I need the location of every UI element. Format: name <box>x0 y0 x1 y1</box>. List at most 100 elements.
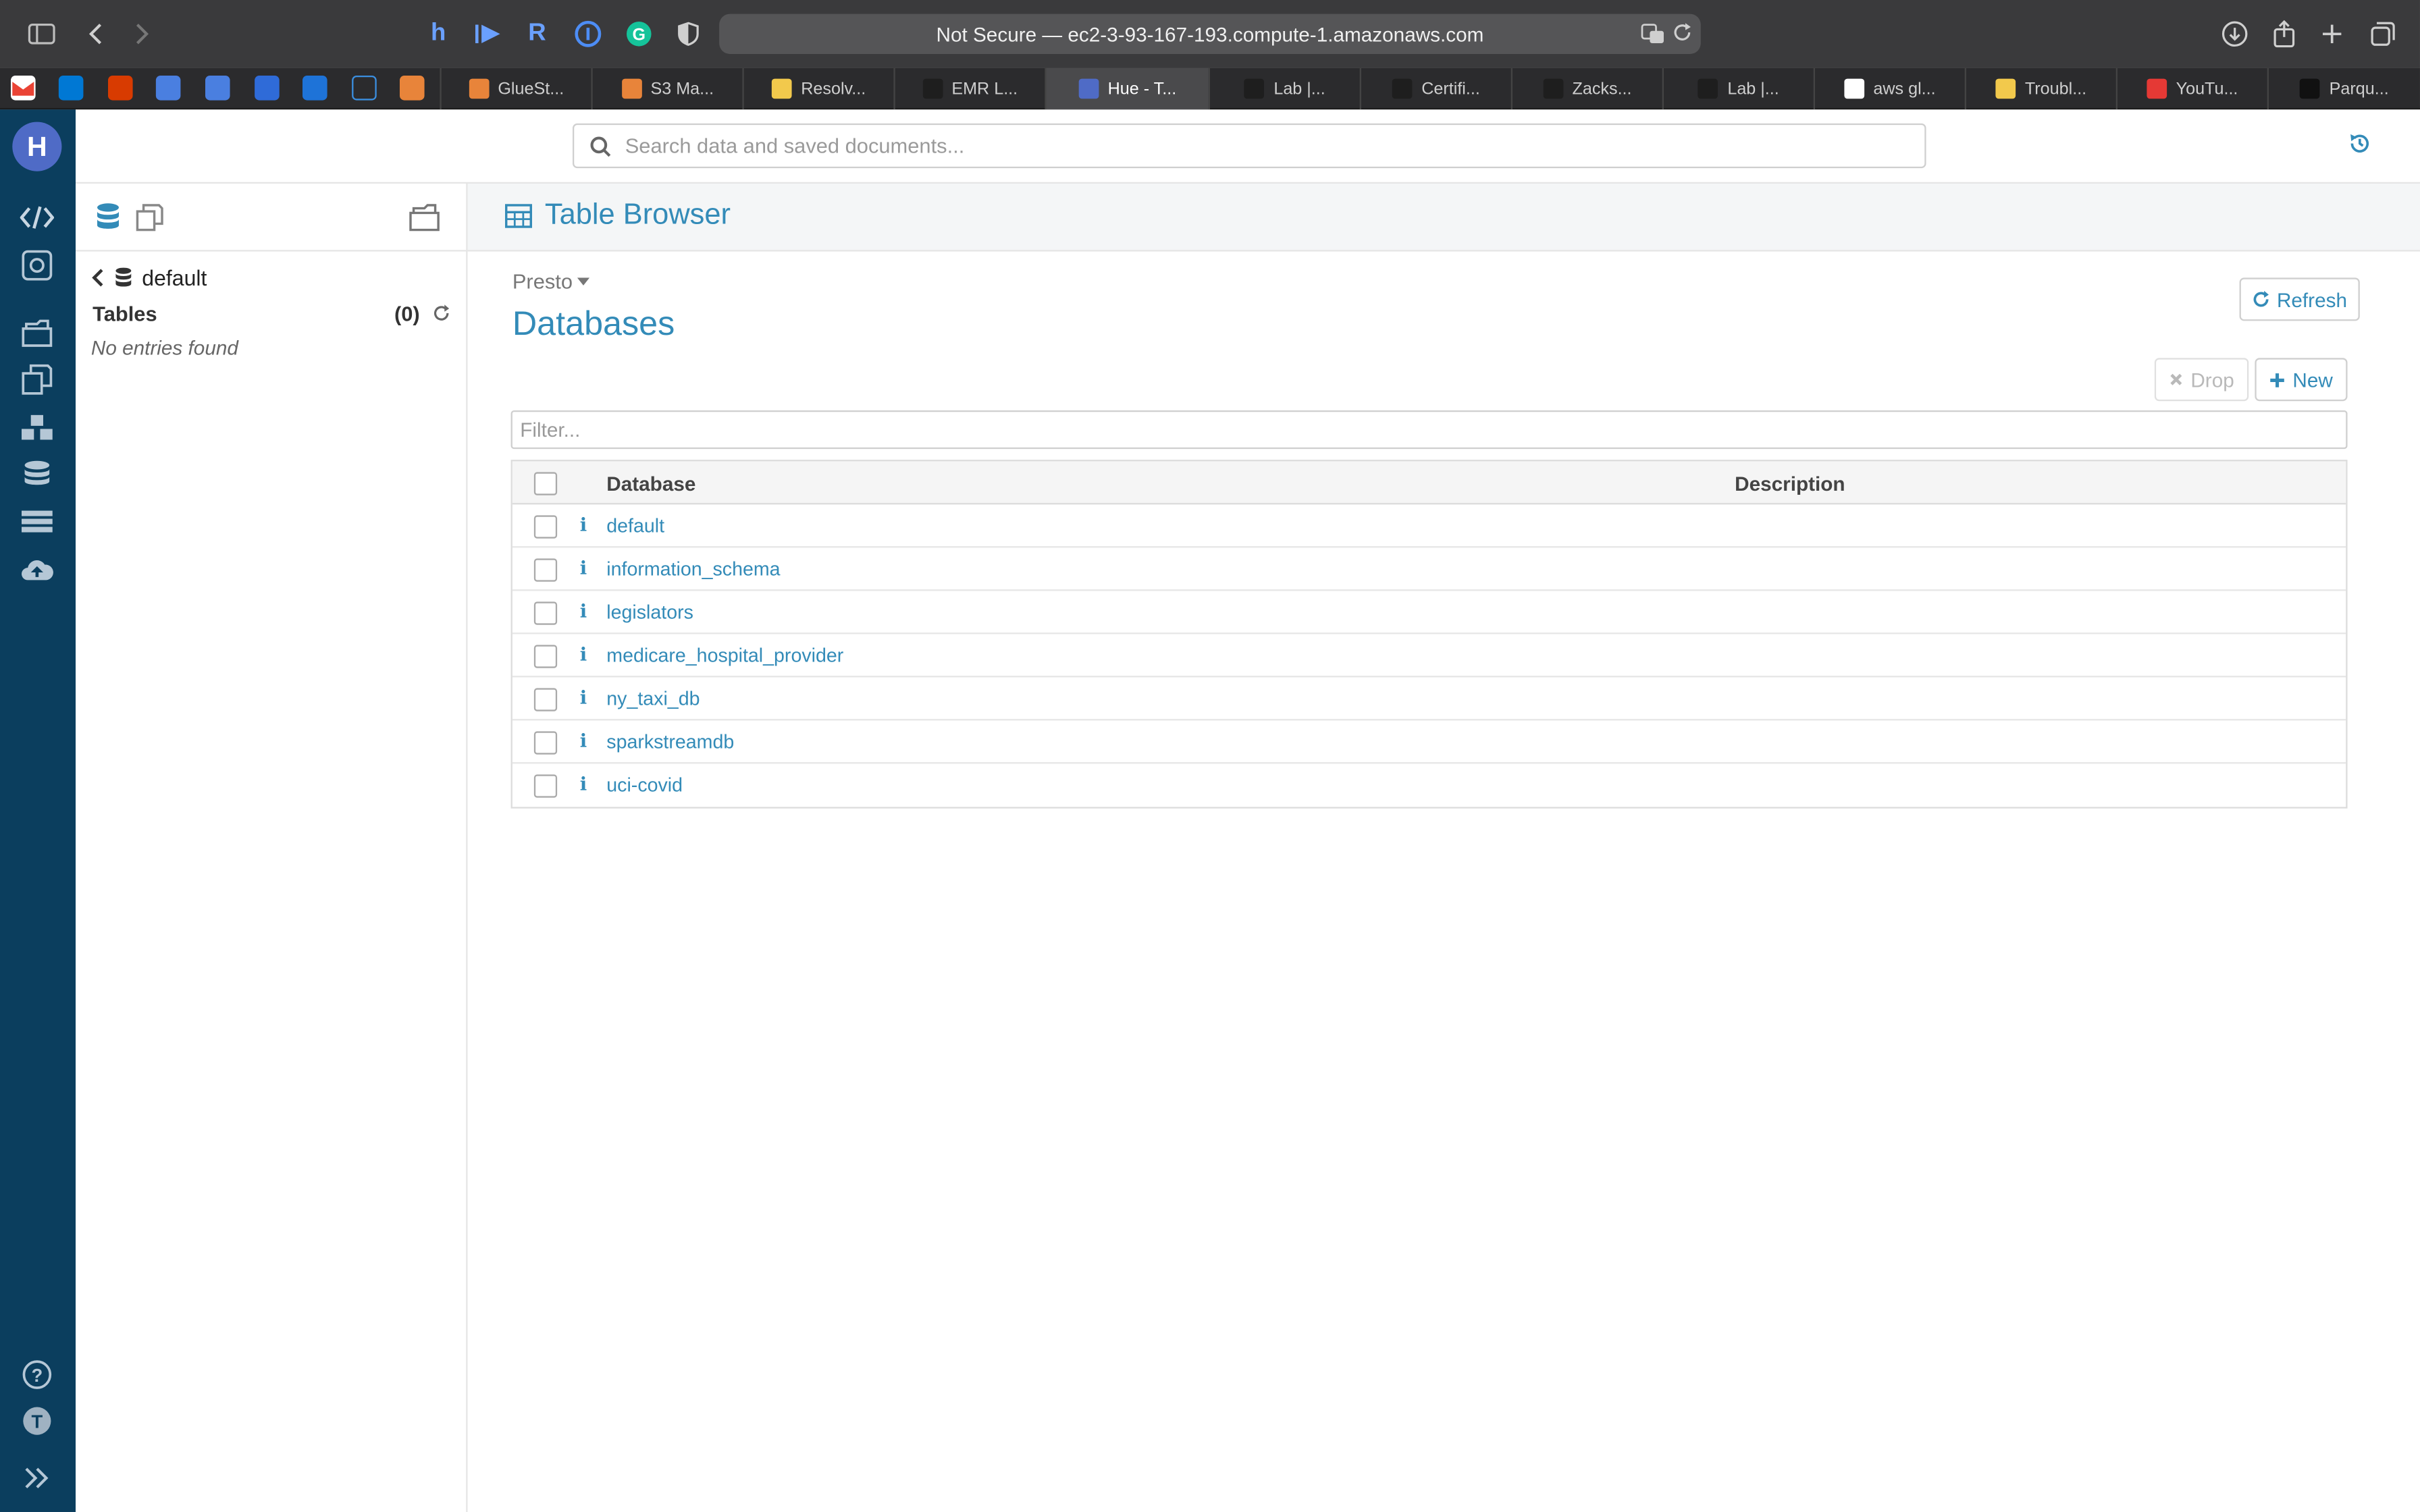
sidebar-toggle-icon[interactable] <box>25 17 59 51</box>
column-header-description[interactable]: Description <box>1735 472 1845 495</box>
assist-sql-database-icon[interactable] <box>91 200 125 234</box>
share-icon[interactable] <box>2267 17 2301 51</box>
pinned-tab-outlook-icon[interactable] <box>58 75 84 101</box>
database-link[interactable]: sparkstreamdb <box>606 731 734 753</box>
row-checkbox[interactable] <box>533 558 558 582</box>
cloud-upload-icon[interactable] <box>18 551 55 588</box>
help-icon[interactable]: ? <box>18 1356 55 1393</box>
address-bar[interactable]: Not Secure — ec2-3-93-167-193.compute-1.… <box>719 14 1701 54</box>
browser-tab[interactable]: YouTu... <box>2115 68 2267 110</box>
browser-toolbar: h R G Not Secure — ec2-3-93-167-193.comp… <box>0 0 2420 68</box>
browser-tab[interactable]: S3 Ma... <box>591 68 742 110</box>
pinned-tab-grid-icon[interactable] <box>255 75 280 101</box>
pinned-tab-aws-icon[interactable] <box>399 75 425 101</box>
database-link[interactable]: ny_taxi_db <box>606 688 700 709</box>
pinned-tab-office-icon[interactable] <box>107 75 133 101</box>
assist-panel: default Tables (0) No entries found <box>75 183 468 1512</box>
extension-grammarly-icon[interactable]: G <box>622 17 656 51</box>
assist-documents-icon[interactable] <box>133 200 167 234</box>
browser-tab[interactable]: Hue - T... <box>1045 68 1209 110</box>
tab-overview-icon[interactable] <box>2366 17 2400 51</box>
database-link[interactable]: default <box>606 515 664 537</box>
svg-text:G: G <box>633 25 646 44</box>
browser-tab[interactable]: EMR L... <box>893 68 1045 110</box>
browser-tab[interactable]: Zacks... <box>1510 68 1662 110</box>
column-header-database[interactable]: Database <box>606 472 695 495</box>
browser-tab[interactable]: Resolv... <box>742 68 893 110</box>
refresh-button[interactable]: Refresh <box>2239 277 2360 321</box>
global-search-input[interactable]: Search data and saved documents... <box>572 123 1926 169</box>
extension-1password-icon[interactable] <box>571 17 605 51</box>
browser-tab[interactable]: Troubl... <box>1964 68 2116 110</box>
cubes-icon[interactable] <box>18 409 55 446</box>
back-chevron-icon[interactable] <box>91 267 105 288</box>
row-checkbox[interactable] <box>533 515 558 539</box>
svg-text:T: T <box>31 1411 43 1432</box>
documents-icon[interactable] <box>18 361 55 398</box>
assist-database-breadcrumb[interactable]: default <box>91 263 207 294</box>
pinned-tab-translate-2-icon[interactable] <box>205 75 230 101</box>
reload-icon[interactable] <box>1671 22 1696 47</box>
pinned-tab-arrow-icon[interactable] <box>352 75 377 101</box>
history-icon[interactable] <box>2348 131 2375 159</box>
browser-tab[interactable]: Certifi... <box>1359 68 1511 110</box>
browser-tab[interactable]: aws gl... <box>1813 68 1965 110</box>
scheduler-icon[interactable] <box>18 247 55 284</box>
hue-top-header: Search data and saved documents... <box>75 109 2420 184</box>
row-checkbox[interactable] <box>533 601 558 625</box>
new-button[interactable]: New <box>2255 358 2348 402</box>
extension-play-icon[interactable] <box>472 17 506 51</box>
database-link[interactable]: uci-covid <box>606 774 683 796</box>
browser-tab[interactable]: GlueSt... <box>440 68 591 110</box>
database-link[interactable]: information_schema <box>606 558 780 580</box>
pinned-tab-chase-icon[interactable] <box>302 75 327 101</box>
forward-icon[interactable] <box>125 17 159 51</box>
row-checkbox[interactable] <box>533 731 558 755</box>
new-label: New <box>2292 368 2333 392</box>
close-icon <box>2171 373 2183 385</box>
info-icon[interactable]: i <box>577 514 589 535</box>
downloads-icon[interactable] <box>2218 17 2252 51</box>
info-icon[interactable]: i <box>577 773 589 794</box>
user-avatar-icon[interactable]: T <box>18 1403 55 1440</box>
extension-r-icon[interactable]: R <box>520 17 554 51</box>
filter-input[interactable]: Filter... <box>510 410 2348 450</box>
assist-files-icon[interactable] <box>407 200 441 234</box>
translate-icon[interactable] <box>1641 22 1666 47</box>
select-all-checkbox[interactable] <box>533 472 558 495</box>
row-checkbox[interactable] <box>533 645 558 668</box>
extension-h-icon[interactable]: h <box>421 17 455 51</box>
browser-tab[interactable]: Lab |... <box>1662 68 1814 110</box>
pinned-tab-gmail-icon[interactable] <box>10 75 36 101</box>
engine-dropdown[interactable]: Presto <box>512 269 590 294</box>
tab-favicon-icon <box>1543 78 1563 99</box>
drop-button[interactable]: Drop <box>2154 358 2249 402</box>
files-icon[interactable] <box>18 315 55 352</box>
database-link[interactable]: legislators <box>606 601 693 623</box>
browser-tab[interactable]: Lab |... <box>1208 68 1360 110</box>
database-icon[interactable] <box>18 457 55 494</box>
shield-icon[interactable] <box>671 17 705 51</box>
editor-icon[interactable] <box>18 199 55 236</box>
back-icon[interactable] <box>79 17 113 51</box>
assist-database-name: default <box>142 265 207 290</box>
database-link[interactable]: medicare_hospital_provider <box>606 645 843 666</box>
expand-nav-icon[interactable] <box>18 1459 55 1496</box>
tab-favicon-icon <box>2147 78 2167 99</box>
tables-list-icon[interactable] <box>18 503 55 540</box>
table-row: i ny_taxi_db <box>512 677 2346 721</box>
tab-label: EMR L... <box>951 79 1018 99</box>
row-checkbox[interactable] <box>533 774 558 798</box>
browser-tab[interactable]: Parqu... <box>2267 68 2420 110</box>
row-checkbox[interactable] <box>533 688 558 711</box>
new-tab-icon[interactable] <box>2315 17 2349 51</box>
refresh-tables-icon[interactable] <box>432 304 450 322</box>
info-icon[interactable]: i <box>577 730 589 751</box>
pinned-tab-translate-icon[interactable] <box>155 75 181 101</box>
info-icon[interactable]: i <box>577 557 589 578</box>
info-icon[interactable]: i <box>577 643 589 665</box>
engine-label: Presto <box>512 269 573 294</box>
info-icon[interactable]: i <box>577 686 589 708</box>
info-icon[interactable]: i <box>577 600 589 622</box>
hue-logo[interactable]: H <box>12 122 62 171</box>
